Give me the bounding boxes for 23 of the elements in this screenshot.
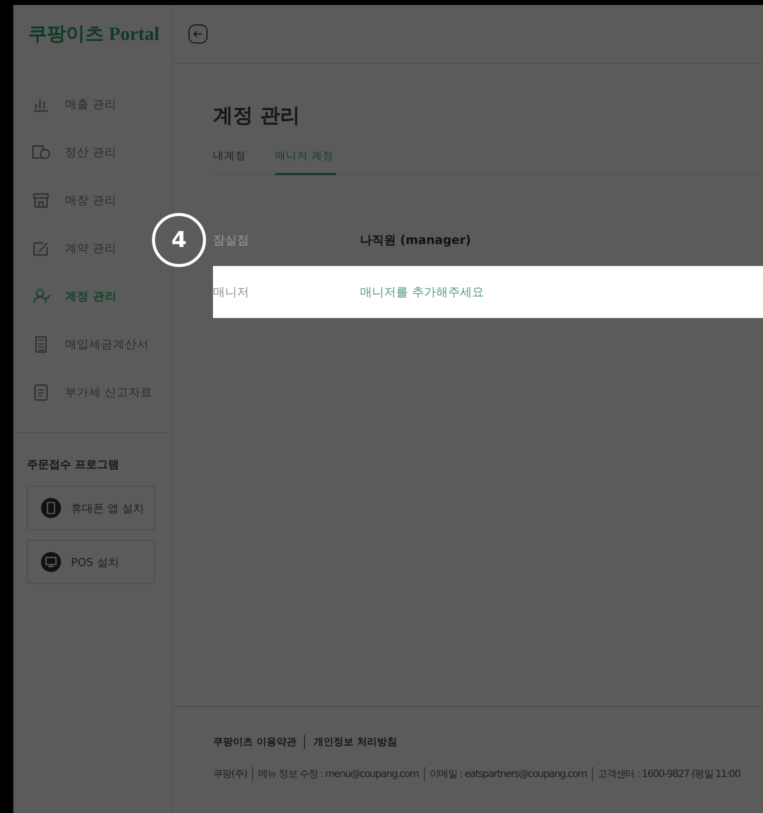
- phone-icon: [41, 498, 61, 518]
- back-button[interactable]: [187, 23, 209, 45]
- footer-info: 쿠팡(주): [213, 768, 247, 781]
- tab[interactable]: 내계정: [213, 149, 249, 175]
- row-label: 매니저: [213, 284, 250, 300]
- footer-info: 이메일 : eatspartners@coupang.com: [424, 767, 587, 781]
- monitor-icon: [41, 552, 61, 572]
- step-badge: 4: [152, 213, 206, 267]
- sidebar-item[interactable]: 계정 관리: [14, 272, 122, 320]
- footer-info: 메뉴 정보 수정 : menu@coupang.com: [252, 767, 419, 781]
- section-title: 주문접수 프로그램: [27, 457, 120, 472]
- row-label: 잠실점: [213, 232, 250, 248]
- footer-link[interactable]: 쿠팡이츠 이용약관: [213, 735, 296, 749]
- page-title: 계정 관리: [213, 102, 301, 129]
- logo[interactable]: 쿠팡이츠 Portal: [14, 5, 172, 63]
- account-name: 나직원 (manager): [360, 232, 472, 248]
- tab[interactable]: 매니저 계정: [275, 149, 336, 175]
- add-manager-link[interactable]: 매니저를 추가해주세요: [360, 284, 484, 300]
- install-button[interactable]: POS 설치: [27, 540, 155, 584]
- install-button[interactable]: 휴대폰 앱 설치: [27, 486, 155, 530]
- footer-link[interactable]: 개인정보 처리방침: [304, 735, 397, 749]
- footer-info: 고객센터 : 1600-9827 (평일 11:00: [592, 767, 740, 781]
- user-icon: [31, 286, 51, 306]
